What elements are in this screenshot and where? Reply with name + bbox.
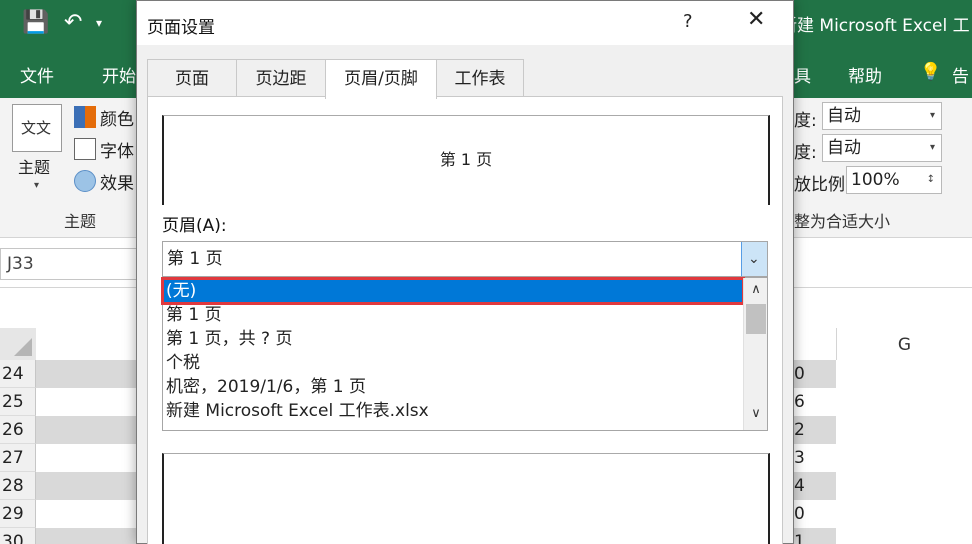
row-header[interactable]: 26 — [0, 416, 36, 444]
tab-header-footer[interactable]: 页眉/页脚 — [325, 59, 437, 99]
row-header[interactable]: 25 — [0, 388, 36, 416]
cell[interactable] — [36, 500, 136, 528]
header-preview: 第 1 页 — [162, 115, 770, 205]
menu-tell-me[interactable]: 告 — [952, 62, 969, 87]
effects-button[interactable]: 效果 — [74, 168, 134, 194]
chevron-down-icon: ▾ — [929, 142, 935, 153]
header-option[interactable]: 个税 — [163, 351, 743, 375]
options-scrollbar[interactable]: ∧ ∨ — [743, 278, 767, 430]
header-select-value: 第 1 页 — [167, 249, 223, 269]
scrollbar-thumb[interactable] — [746, 304, 766, 334]
cell[interactable] — [36, 388, 136, 416]
row-header[interactable]: 30 — [0, 528, 36, 544]
save-icon[interactable]: 💾 — [22, 8, 49, 38]
select-all-corner[interactable] — [0, 328, 36, 360]
chevron-down-icon[interactable]: ▾ — [34, 180, 39, 191]
name-box[interactable]: J33 — [0, 248, 140, 280]
undo-icon[interactable]: ↶ — [64, 8, 82, 38]
header-option[interactable]: 新建 Microsoft Excel 工作表.xlsx — [163, 399, 743, 423]
select-all-icon — [14, 338, 32, 356]
chevron-up-icon[interactable]: ∧ — [744, 278, 768, 302]
tab-margins[interactable]: 页边距 — [236, 59, 326, 97]
menu-file[interactable]: 文件 — [20, 62, 54, 87]
close-icon[interactable]: ✕ — [747, 7, 765, 32]
header-option[interactable]: 第 1 页 — [163, 303, 743, 327]
dialog-title: 页面设置 — [147, 18, 215, 38]
theme-icon: 文文 — [21, 119, 52, 137]
cell[interactable] — [36, 472, 136, 500]
height-select[interactable]: 自动 ▾ — [822, 134, 942, 162]
page-setup-dialog: 页面设置 ? ✕ 页面 页边距 页眉/页脚 工作表 第 1 页 页眉(A): 第… — [136, 0, 794, 544]
header-options-list: (无) 第 1 页第 1 页，共 ? 页个税 机密，2019/1/6，第 1 页新… — [161, 277, 768, 431]
cell[interactable]: 2 — [794, 416, 836, 444]
row-header[interactable]: 24 — [0, 360, 36, 388]
cell[interactable]: 6 — [794, 388, 836, 416]
group-label-fit: 整为合适大小 — [794, 212, 891, 231]
colors-icon — [74, 106, 96, 128]
cell[interactable]: 0 — [794, 360, 836, 388]
header-label: 页眉(A): — [162, 216, 227, 236]
header-preview-text: 第 1 页 — [439, 150, 493, 169]
scale-label: 放比例: — [794, 175, 851, 195]
cell[interactable]: 1 — [794, 528, 836, 544]
header-footer-panel: 第 1 页 页眉(A): 第 1 页 ⌄ (无) 第 1 页第 1 页，共 ? 页… — [147, 96, 783, 544]
spinner-icon: ↕ — [926, 174, 935, 185]
chevron-down-icon[interactable]: ∨ — [744, 402, 768, 426]
colors-button[interactable]: 颜色 — [74, 104, 134, 130]
tab-sheet[interactable]: 工作表 — [436, 59, 524, 97]
fonts-icon — [74, 138, 96, 160]
header-select-dropdown-button[interactable]: ⌄ — [741, 242, 767, 276]
dialog-title-bar: 页面设置 ? ✕ — [137, 1, 793, 45]
cell[interactable] — [36, 416, 136, 444]
lightbulb-icon[interactable]: 💡 — [920, 62, 941, 82]
header-option[interactable]: 机密，2019/1/6，第 1 页 — [163, 375, 743, 399]
help-button[interactable]: ? — [683, 11, 693, 32]
header-option-selected[interactable]: (无) — [161, 277, 745, 305]
chevron-down-icon[interactable]: ▾ — [96, 8, 102, 38]
width-select[interactable]: 自动 ▾ — [822, 102, 942, 130]
cell[interactable]: 3 — [794, 444, 836, 472]
menu-help[interactable]: 帮助 — [848, 62, 882, 87]
effects-icon — [74, 170, 96, 192]
menu-home[interactable]: 开始 — [102, 62, 136, 87]
menu-tools[interactable]: 具 — [794, 62, 811, 87]
column-header-g[interactable]: G — [836, 328, 972, 360]
fonts-button[interactable]: 字体 — [74, 136, 134, 162]
height-label: 度: — [794, 143, 817, 163]
cell[interactable]: 4 — [794, 472, 836, 500]
group-label-theme: 主题 — [64, 212, 97, 231]
cell[interactable] — [36, 360, 136, 388]
cell[interactable] — [36, 444, 136, 472]
tab-page[interactable]: 页面 — [147, 59, 237, 97]
window-title: 新建 Microsoft Excel 工 — [780, 16, 970, 36]
header-option[interactable]: 第 1 页，共 ? 页 — [163, 327, 743, 351]
row-header[interactable]: 28 — [0, 472, 36, 500]
cell[interactable]: 0 — [794, 500, 836, 528]
scale-stepper[interactable]: 100% ↕ — [846, 166, 942, 194]
width-label: 度: — [794, 111, 817, 131]
cell[interactable] — [36, 528, 136, 544]
chevron-down-icon: ▾ — [929, 110, 935, 121]
footer-preview — [162, 453, 770, 544]
chevron-down-icon: ⌄ — [748, 251, 760, 267]
header-select[interactable]: 第 1 页 ⌄ — [162, 241, 768, 277]
theme-button[interactable]: 文文 — [12, 104, 62, 152]
row-header[interactable]: 27 — [0, 444, 36, 472]
row-header[interactable]: 29 — [0, 500, 36, 528]
theme-label: 主题 — [18, 158, 51, 177]
